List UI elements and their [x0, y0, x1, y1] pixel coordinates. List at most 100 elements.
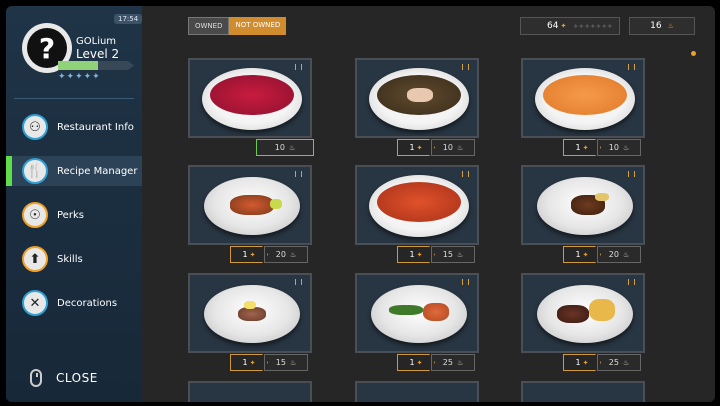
recipe-image	[355, 165, 479, 245]
recipe-cost: 15 ♨	[431, 246, 475, 263]
star-icon: ✦	[416, 143, 423, 152]
xp-progress-fill	[58, 61, 98, 70]
recipe-cost: 25 ♨	[431, 354, 475, 371]
recipe-card[interactable]: 1 ✦ 20 ♨	[188, 165, 312, 267]
owned-mark-icon	[628, 279, 635, 285]
star-icon: ✦	[582, 358, 589, 367]
dish-plate	[537, 177, 633, 235]
recipe-level: 1 ✦	[563, 246, 601, 263]
recipe-image	[188, 165, 312, 245]
recipe-card[interactable]: 1 ✦ 15 ♨	[188, 273, 312, 375]
menu-item-decorations[interactable]: ✕ Decorations	[6, 288, 142, 318]
recipe-footer: 1 ✦ 20 ♨	[230, 246, 308, 263]
recipe-image	[521, 273, 645, 353]
recipe-card[interactable]: 1 ✦ 25 ♨	[355, 273, 479, 375]
pot-icon: ♨	[622, 250, 630, 259]
recipe-footer: 1 ✦ 15 ♨	[397, 246, 475, 263]
owned-mark-icon	[295, 279, 302, 285]
decorations-icon: ✕	[22, 290, 48, 316]
star-icon: ✦	[249, 250, 256, 259]
filter-not-owned-button[interactable]: NOT OWNED	[229, 17, 287, 35]
menu-item-restaurant-info[interactable]: ⚇ Restaurant Info	[6, 112, 142, 142]
recipe-card-partial[interactable]	[188, 381, 312, 402]
star-slots-icon: ✦✦✦✦✦✦✦	[572, 21, 613, 31]
menu-item-perks[interactable]: ☉ Perks	[6, 200, 142, 230]
stars-value: 64	[547, 21, 559, 31]
recipe-footer: 1 ✦ 10 ♨	[397, 139, 475, 156]
recipe-footer: 1 ✦ 10 ♨	[563, 139, 641, 156]
pot-icon: ♨	[456, 250, 464, 259]
filter-owned-button[interactable]: OWNED	[188, 17, 230, 35]
recipe-card-partial[interactable]	[521, 381, 645, 402]
sidebar: 17:54 ? GOLium Level 2 ✦✦✦✦✦ ⚇ Restauran…	[6, 6, 143, 402]
clock: 17:54	[114, 14, 143, 24]
dish-bowl	[369, 68, 469, 130]
recipe-level: 1 ✦	[563, 139, 601, 156]
recipe-level: 1 ✦	[563, 354, 601, 371]
recipe-level: 1 ✦	[397, 246, 435, 263]
recipe-cost: 15 ♨	[264, 354, 308, 371]
game-window: 17:54 ? GOLium Level 2 ✦✦✦✦✦ ⚇ Restauran…	[6, 6, 715, 402]
star-icon: ✦	[582, 250, 589, 259]
recipe-card[interactable]: 1 ✦ 10 ♨	[521, 58, 645, 160]
rank-stars-icon: ✦✦✦✦✦	[58, 72, 101, 82]
scrollbar-thumb[interactable]	[691, 51, 696, 56]
menu-label: Decorations	[57, 297, 118, 309]
recipe-image	[188, 58, 312, 138]
recipe-card[interactable]: 1 ✦ 25 ♨	[521, 273, 645, 375]
close-button[interactable]: CLOSE	[30, 369, 98, 387]
recipe-footer: 1 ✦ 25 ♨	[563, 354, 641, 371]
owned-mark-icon	[628, 64, 635, 70]
owned-mark-icon	[295, 64, 302, 70]
recipe-card-partial[interactable]	[355, 381, 479, 402]
recipe-card[interactable]: 1 ✦ 20 ♨	[521, 165, 645, 267]
recipe-cost: 10 ♨	[597, 139, 641, 156]
player-level: Level 2	[76, 47, 120, 61]
skills-icon: ⬆	[22, 246, 48, 272]
recipe-cost: 20 ♨	[597, 246, 641, 263]
recipe-image	[355, 58, 479, 138]
recipe-card[interactable]: 1 ✦ 15 ♨	[355, 165, 479, 267]
pots-value: 16	[650, 21, 662, 31]
menu-label: Recipe Manager	[57, 165, 138, 177]
menu-item-recipe-manager[interactable]: 🍴 Recipe Manager	[6, 156, 142, 186]
recipe-cost: 20 ♨	[264, 246, 308, 263]
active-indicator	[6, 156, 12, 186]
pot-icon: ♨	[289, 250, 297, 259]
recipe-manager-icon: 🍴	[22, 158, 48, 184]
close-label: CLOSE	[56, 371, 98, 385]
recipe-level: 1 ✦	[397, 354, 435, 371]
recipe-cost: 25 ♨	[597, 354, 641, 371]
pot-icon: ♨	[622, 358, 630, 367]
xp-progress-bar	[58, 61, 134, 70]
dish-plate	[204, 285, 300, 343]
recipe-image	[188, 273, 312, 353]
owned-mark-icon	[462, 64, 469, 70]
pot-icon: ♨	[622, 143, 630, 152]
dish-bowl	[369, 175, 469, 237]
menu-label: Skills	[57, 253, 83, 265]
ownership-filter: OWNED NOT OWNED	[188, 17, 287, 35]
pot-icon: ♨	[667, 22, 674, 30]
recipe-card[interactable]: 1 ✦ 10 ♨	[355, 58, 479, 160]
recipe-footer: 10 ♨	[256, 139, 314, 156]
restaurant-info-icon: ⚇	[22, 114, 48, 140]
recipe-cost: 10 ♨	[431, 139, 475, 156]
dish-plate	[371, 285, 467, 343]
recipe-image	[521, 165, 645, 245]
pot-icon: ♨	[289, 358, 297, 367]
dish-bowl	[535, 68, 635, 130]
divider	[14, 98, 134, 99]
pot-icon: ♨	[456, 143, 464, 152]
recipe-cost: 10 ♨	[256, 139, 314, 156]
dish-plate	[537, 285, 633, 343]
menu-label: Perks	[57, 209, 84, 221]
recipe-card[interactable]: 10 ♨	[188, 58, 314, 160]
recipe-level: 1 ✦	[230, 354, 268, 371]
pots-currency: 16 ♨	[629, 17, 695, 35]
recipe-image	[355, 273, 479, 353]
star-icon: ✦	[560, 22, 567, 30]
recipe-footer: 1 ✦ 20 ♨	[563, 246, 641, 263]
menu-item-skills[interactable]: ⬆ Skills	[6, 244, 142, 274]
owned-mark-icon	[628, 171, 635, 177]
